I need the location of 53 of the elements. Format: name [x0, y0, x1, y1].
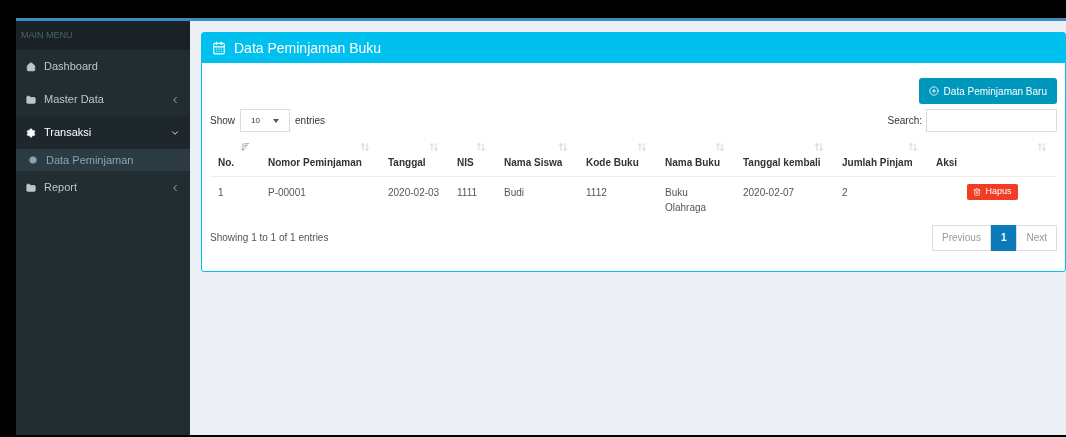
sort-icon — [908, 142, 918, 152]
table-cell: 2020-02-03 — [380, 176, 449, 221]
table-cell: 2020-02-07 — [735, 176, 834, 221]
column-header[interactable]: Jumlah Pinjam — [834, 140, 928, 176]
table-cell: P-00001 — [260, 176, 380, 221]
column-header[interactable]: Tanggal — [380, 140, 449, 176]
column-header[interactable]: No. — [210, 140, 260, 176]
submenu-item[interactable]: Data Peminjaman — [16, 149, 190, 171]
column-header[interactable]: Kode Buku — [578, 140, 657, 176]
folder-icon — [26, 94, 36, 105]
sort-ascending-icon — [240, 142, 250, 152]
circle-icon — [29, 156, 37, 164]
pagination-button[interactable]: 1 — [990, 224, 1017, 251]
settings-icon — [26, 127, 36, 138]
sidebar-header: MAIN MENU — [16, 21, 190, 50]
trash-icon — [973, 187, 982, 196]
sidebar-item[interactable]: Master Data — [16, 83, 190, 116]
caret-icon — [273, 118, 279, 123]
sort-icon — [360, 142, 370, 152]
panel-title: Data Peminjaman Buku — [234, 38, 382, 58]
column-header[interactable]: Tanggal kembali — [735, 140, 834, 176]
table-cell: Budi — [496, 176, 578, 221]
sidebar-item[interactable]: Transaksi — [16, 116, 190, 149]
length-label: entries — [295, 114, 326, 128]
table-cell: 1 — [210, 176, 260, 221]
sort-icon — [814, 142, 824, 152]
column-header[interactable]: Nama Buku — [657, 140, 735, 176]
search-label: Search: — [887, 114, 922, 128]
folder-icon — [26, 182, 36, 193]
table-cell: 1111 — [449, 176, 496, 221]
sidebar-item[interactable]: Report — [16, 171, 190, 204]
calendar-icon — [212, 41, 226, 55]
sort-icon — [1037, 142, 1047, 152]
column-header[interactable]: NIS — [449, 140, 496, 176]
search-field[interactable] — [926, 109, 1057, 132]
table-info: Showing 1 to 1 of 1 entries — [210, 231, 329, 245]
sort-icon — [637, 142, 647, 152]
plus-circle-icon — [928, 86, 939, 96]
sort-icon — [476, 142, 486, 152]
sort-icon — [558, 142, 568, 152]
sidebar-item[interactable]: Dashboard — [16, 50, 190, 83]
table-cell: Buku Olahraga — [657, 176, 735, 221]
column-header[interactable]: Aksi — [928, 140, 1057, 176]
column-header[interactable]: Nomor Peminjaman — [260, 140, 380, 176]
column-header[interactable]: Nama Siswa — [496, 140, 578, 176]
home-icon — [26, 61, 36, 72]
length-label: Show — [210, 114, 235, 128]
entries-select[interactable]: 10 — [240, 109, 290, 132]
table-cell: 1112 — [578, 176, 657, 221]
table-cell: 2 — [834, 176, 928, 221]
delete-button[interactable]: Hapus — [967, 183, 1018, 200]
sort-icon — [429, 142, 439, 152]
sort-icon — [715, 142, 725, 152]
